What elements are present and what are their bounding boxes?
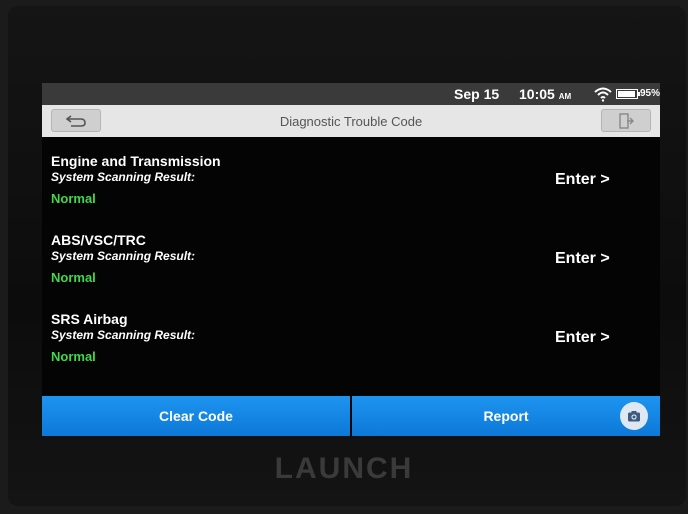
battery-icon <box>616 89 640 99</box>
system-status: Normal <box>51 191 96 206</box>
clear-code-label: Clear Code <box>159 408 233 424</box>
system-scan-label: System Scanning Result: <box>51 170 196 184</box>
device-brand-logo: LAUNCH <box>274 452 414 485</box>
system-name: Engine and Transmission <box>51 153 221 169</box>
bottom-toolbar: Clear Code Report <box>42 396 660 436</box>
enter-button[interactable]: Enter > <box>555 171 610 189</box>
device-screen: Sep 15 10:05 AM 95% Diagnostic Trouble C… <box>42 83 660 436</box>
exit-button[interactable] <box>601 109 651 132</box>
system-status: Normal <box>51 349 96 364</box>
report-button[interactable]: Report <box>352 396 660 436</box>
clear-code-button[interactable]: Clear Code <box>42 396 350 436</box>
status-time-value: 10:05 <box>519 86 555 102</box>
camera-icon <box>628 411 640 422</box>
system-scan-label: System Scanning Result: <box>51 249 196 263</box>
battery-fill <box>618 91 635 97</box>
system-name: ABS/VSC/TRC <box>51 232 146 248</box>
system-scan-label: System Scanning Result: <box>51 328 196 342</box>
report-label: Report <box>483 408 529 424</box>
wifi-icon <box>594 87 612 102</box>
status-date: Sep 15 <box>454 86 500 102</box>
enter-button[interactable]: Enter > <box>555 250 610 268</box>
battery-percent: 95% <box>640 88 660 99</box>
screenshot-button[interactable] <box>620 402 648 430</box>
status-time: 10:05 AM <box>519 86 571 102</box>
status-ampm: AM <box>558 92 572 101</box>
system-row-srs[interactable]: SRS Airbag System Scanning Result: Norma… <box>42 311 660 389</box>
system-row-abs[interactable]: ABS/VSC/TRC System Scanning Result: Norm… <box>42 232 660 310</box>
system-row-engine[interactable]: Engine and Transmission System Scanning … <box>42 153 660 231</box>
status-bar: Sep 15 10:05 AM 95% <box>42 83 660 105</box>
title-bar: Diagnostic Trouble Code <box>42 105 660 137</box>
system-name: SRS Airbag <box>51 311 128 327</box>
page-title: Diagnostic Trouble Code <box>279 114 423 129</box>
exit-icon <box>619 112 634 129</box>
system-status: Normal <box>51 270 96 285</box>
enter-button[interactable]: Enter > <box>555 329 610 347</box>
